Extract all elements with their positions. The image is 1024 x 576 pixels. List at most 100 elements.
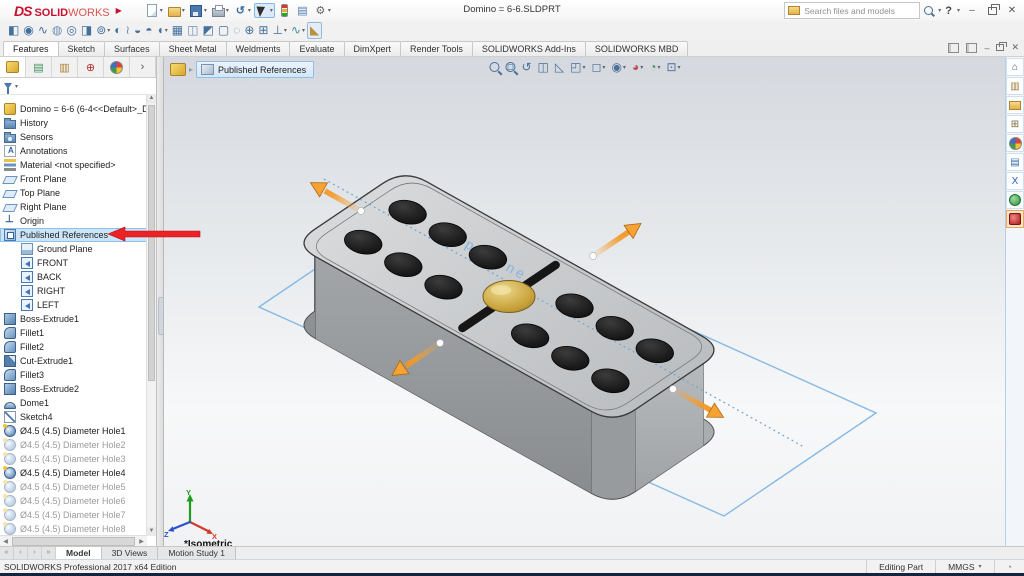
tree-item-material-not-specified[interactable]: Material <not specified> <box>0 158 147 172</box>
graphics-viewport[interactable]: Top Plane <box>163 57 1006 547</box>
caret-down-icon[interactable]: ▾ <box>248 7 251 14</box>
boundary-boss-button[interactable]: ◎ <box>64 23 78 38</box>
tree-item-front-plane[interactable]: Front Plane <box>0 172 147 186</box>
custom-properties-button[interactable]: ▤ <box>1006 153 1024 171</box>
appearances-button[interactable] <box>1006 134 1024 152</box>
caret-down-icon[interactable]: ▾ <box>107 27 110 34</box>
swept-boss-button[interactable]: ∿ <box>36 23 50 38</box>
close-button[interactable]: ✕ <box>1004 5 1020 16</box>
scroll-left-icon[interactable]: ◀ <box>0 538 11 545</box>
doc-close-icon[interactable]: ✕ <box>1011 42 1019 53</box>
tree-item-boss-extrude1[interactable]: Boss-Extrude1 <box>0 312 147 326</box>
tree-item-back[interactable]: BACK <box>0 270 147 284</box>
tab-render-tools[interactable]: Render Tools <box>400 41 473 56</box>
tab-solidworks-mbd[interactable]: SOLIDWORKS MBD <box>585 41 689 56</box>
tree-item-fillet1[interactable]: Fillet1 <box>0 326 147 340</box>
caret-down-icon[interactable]: ▾ <box>657 64 660 71</box>
instant3d-button[interactable]: ◣ <box>307 22 322 39</box>
caret-down-icon[interactable]: ▾ <box>328 7 331 14</box>
fillet-button[interactable]: ◖▾ <box>155 23 170 38</box>
file-properties-button[interactable]: ▤ <box>294 3 311 18</box>
tree-item-history[interactable]: History <box>0 116 147 130</box>
tree-item-right-plane[interactable]: Right Plane <box>0 200 147 214</box>
search-icon[interactable] <box>924 6 933 15</box>
status-tray[interactable]: ◔ <box>994 560 1024 573</box>
configurationmanager-tab[interactable]: ▥ <box>52 57 78 77</box>
reference-geometry-button[interactable]: ⊥▾ <box>270 23 288 38</box>
scroll-right-icon[interactable]: ▶ <box>136 538 147 545</box>
tab-sketch[interactable]: Sketch <box>58 41 106 56</box>
tab-solidworks-add-ins[interactable]: SOLIDWORKS Add-Ins <box>472 41 586 56</box>
search-caret-icon[interactable]: ▾ <box>938 7 941 14</box>
doc-minimize-icon[interactable]: – <box>984 43 989 53</box>
undo-button[interactable]: ↺▾ <box>232 3 253 18</box>
caret-down-icon[interactable]: ▾ <box>623 64 626 71</box>
displaymanager-tab[interactable] <box>104 57 130 77</box>
tree-item-4-5-4-5-diameter-hole5[interactable]: Ø4.5 (4.5) Diameter Hole5 <box>0 480 147 494</box>
options-button[interactable]: ⚙▾ <box>312 3 333 18</box>
collapse-pane-icon[interactable] <box>948 43 959 53</box>
tree-item-right[interactable]: RIGHT <box>0 284 147 298</box>
tree-item-dome1[interactable]: Dome1 <box>0 396 147 410</box>
scroll-thumb[interactable] <box>148 105 155 381</box>
tree-root[interactable]: Domino = 6-6 (6-4<<Default>_Display S <box>0 102 147 116</box>
view-palette-button[interactable]: ⊞ <box>1006 115 1024 133</box>
featuremanager-tab[interactable] <box>0 57 26 77</box>
restore-button[interactable] <box>984 4 1000 18</box>
solidworks-forum-button[interactable] <box>1006 191 1024 209</box>
hole-wizard-button[interactable]: ⊚▾ <box>94 23 112 38</box>
tree-item-fillet2[interactable]: Fillet2 <box>0 340 147 354</box>
published-references-breadcrumb-button[interactable]: Published References <box>196 61 314 78</box>
tab-dimxpert[interactable]: DimXpert <box>344 41 402 56</box>
shell-button[interactable]: ▢ <box>216 23 231 38</box>
section-view-button[interactable]: ◫ <box>535 59 552 75</box>
tree-item-boss-extrude2[interactable]: Boss-Extrude2 <box>0 382 147 396</box>
doc-restore-icon[interactable] <box>996 44 1004 51</box>
tree-filter[interactable]: ▾ <box>0 78 156 95</box>
caret-down-icon[interactable]: ▾ <box>284 27 287 34</box>
domino-model[interactable]: Top Plane <box>304 176 804 499</box>
file-explorer-button[interactable] <box>1006 96 1024 114</box>
edit-appearance-button[interactable]: ◕▾ <box>629 59 646 75</box>
view-orientation-button[interactable]: ◰▾ <box>567 59 588 75</box>
reference-handle[interactable] <box>590 253 597 260</box>
linear-pattern-button[interactable]: ▦ <box>170 23 185 38</box>
caret-down-icon[interactable]: ▾ <box>602 64 605 71</box>
tree-item-4-5-4-5-diameter-hole2[interactable]: Ø4.5 (4.5) Diameter Hole2 <box>0 438 147 452</box>
view-settings-button[interactable]: ⊡▾ <box>663 59 683 75</box>
new-document-button[interactable]: ▾ <box>144 3 165 18</box>
caret-down-icon[interactable]: ▾ <box>678 64 681 71</box>
measure-button[interactable]: ◺ <box>552 59 567 75</box>
print-button[interactable]: ▾ <box>210 3 231 18</box>
reference-handle[interactable] <box>670 386 677 393</box>
tab-weldments[interactable]: Weldments <box>226 41 291 56</box>
wrap-button[interactable]: ◌ <box>231 23 242 38</box>
tree-item-4-5-4-5-diameter-hole3[interactable]: Ø4.5 (4.5) Diameter Hole3 <box>0 452 147 466</box>
extruded-boss-button[interactable]: ◧ <box>6 23 21 38</box>
caret-down-icon[interactable]: ▾ <box>640 64 643 71</box>
zoom-to-area-button[interactable] <box>502 61 518 73</box>
tree-item-4-5-4-5-diameter-hole4[interactable]: Ø4.5 (4.5) Diameter Hole4 <box>0 466 147 480</box>
caret-down-icon[interactable]: ▾ <box>270 7 273 14</box>
curves-button[interactable]: ∿▾ <box>289 23 307 38</box>
tree-item-4-5-4-5-diameter-hole1[interactable]: Ø4.5 (4.5) Diameter Hole1 <box>0 424 147 438</box>
mirror-button[interactable]: ⊞ <box>256 23 270 38</box>
tree-item-sketch4[interactable]: Sketch4 <box>0 410 147 424</box>
expand-pane-icon[interactable] <box>966 43 977 53</box>
rebuild-button[interactable] <box>276 3 293 18</box>
lofted-boss-button[interactable]: ◍ <box>50 23 64 38</box>
filter-caret-icon[interactable]: ▾ <box>15 83 18 90</box>
boundary-cut-button[interactable]: ◓ <box>143 23 154 38</box>
tree-item-4-5-4-5-diameter-hole8[interactable]: Ø4.5 (4.5) Diameter Hole8 <box>0 522 147 536</box>
tab-surfaces[interactable]: Surfaces <box>104 41 160 56</box>
search-input[interactable]: Search files and models <box>784 2 920 19</box>
caret-down-icon[interactable]: ▾ <box>204 7 207 14</box>
reference-handle[interactable] <box>358 208 365 215</box>
intersect-button[interactable]: ⊕ <box>242 23 256 38</box>
scroll-up-icon[interactable]: ▲ <box>147 94 156 103</box>
help-button[interactable]: ? <box>945 5 952 17</box>
save-button[interactable]: ▾ <box>188 3 209 18</box>
panel-tab-overflow[interactable]: › <box>130 57 156 77</box>
swept-cut-button[interactable]: ≀ <box>124 23 133 38</box>
design-library-button[interactable]: ▥ <box>1006 77 1024 95</box>
